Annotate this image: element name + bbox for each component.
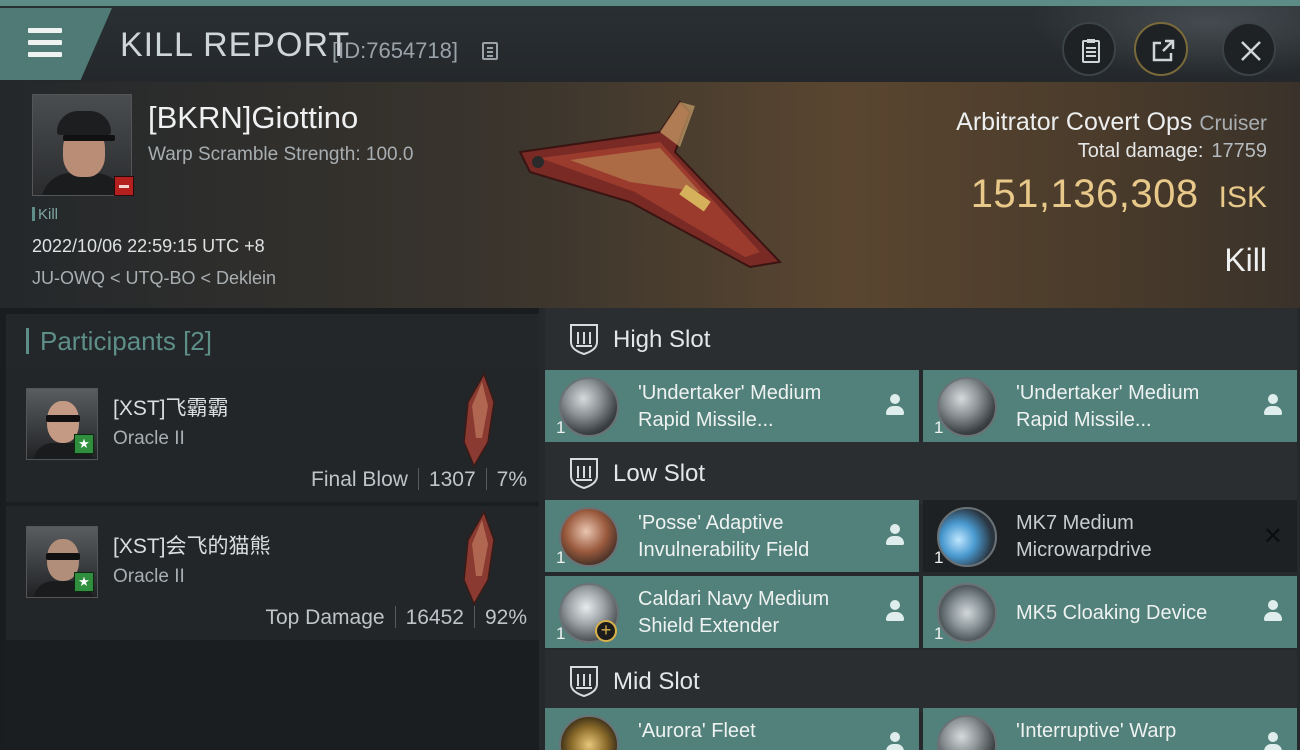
star-icon: ★ xyxy=(74,434,94,454)
module-name: MK7 Medium Microwarpdrive xyxy=(1016,512,1152,561)
close-icon xyxy=(1241,41,1261,61)
module-item[interactable]: 'Interruptive' Warp xyxy=(923,708,1297,750)
isk-unit: ISK xyxy=(1218,181,1267,214)
ship-name: Arbitrator Covert Ops xyxy=(956,108,1193,136)
participant-row[interactable]: ★ [XST]飞霸霸 Oracle II Final Blow 1307 7% xyxy=(6,368,539,502)
copy-icon[interactable] xyxy=(482,42,498,60)
share-icon xyxy=(1152,39,1175,62)
participant-damage: 16452 xyxy=(405,606,464,629)
module-quantity: 1 xyxy=(934,624,944,643)
module-quantity: 1 xyxy=(934,548,944,567)
share-button[interactable] xyxy=(1134,22,1188,76)
module-item[interactable]: 1 'Undertaker' Medium Rapid Missile... xyxy=(923,370,1297,442)
participants-panel: Participants [2] ★ [XST]飞霸霸 Oracle II Fi… xyxy=(6,314,539,750)
module-item[interactable]: 1 MK5 Cloaking Device xyxy=(923,576,1297,648)
participants-title: Participants [2] xyxy=(40,326,212,356)
result-label: Kill xyxy=(1224,242,1267,278)
kill-datetime: 2022/10/06 22:59:15 UTC +8 xyxy=(32,236,265,256)
warp-scramble-strength: Warp Scramble Strength: 100.0 xyxy=(148,144,414,165)
person-icon[interactable] xyxy=(885,732,905,750)
module-quantity: 1 xyxy=(934,418,944,437)
module-quantity: 1 xyxy=(556,418,566,437)
destroyed-x-icon: ✕ xyxy=(1262,523,1283,550)
isk-value-line: 151,136,308 ISK xyxy=(971,172,1267,217)
victim-header: [BKRN]Giottino Warp Scramble Strength: 1… xyxy=(0,82,1300,308)
person-icon[interactable] xyxy=(885,394,905,416)
isk-value: 151,136,308 xyxy=(970,172,1199,216)
fittings-panel: High Slot 1 'Undertaker' Medium Rapid Mi… xyxy=(539,308,1300,750)
clipboard-icon xyxy=(1082,39,1100,63)
module-icon xyxy=(937,715,997,750)
participant-ship: Oracle II xyxy=(113,566,185,587)
victim-ship-icon[interactable] xyxy=(510,92,800,292)
mid-slot-icon xyxy=(570,666,598,698)
module-name: 'Undertaker' Medium Rapid Missile... xyxy=(638,382,822,431)
mid-slot-header: Mid Slot xyxy=(545,650,1297,712)
module-name: 'Posse' Adaptive Invulnerability Field xyxy=(638,512,810,561)
person-icon[interactable] xyxy=(1263,732,1283,750)
module-name: 'Undertaker' Medium Rapid Missile... xyxy=(1016,382,1200,431)
participant-percent: 92% xyxy=(484,606,527,629)
report-id: [ID:7654718] xyxy=(332,38,458,63)
plus-icon: + xyxy=(595,620,617,642)
person-icon[interactable] xyxy=(885,524,905,546)
total-damage-label: Total damage: xyxy=(1077,140,1204,162)
menu-button[interactable] xyxy=(0,8,112,80)
participant-damage: 1307 xyxy=(428,468,476,491)
low-slot-icon xyxy=(570,458,598,490)
participant-stats: Final Blow 1307 7% xyxy=(311,468,527,492)
participants-header[interactable]: Participants [2] xyxy=(6,314,539,368)
module-item[interactable]: 1 'Posse' Adaptive Invulnerability Field xyxy=(545,500,919,572)
title-bar: KILL REPORT [ID:7654718] xyxy=(0,0,1300,88)
module-item-destroyed[interactable]: 1 MK7 Medium Microwarpdrive ✕ xyxy=(923,500,1297,572)
module-item[interactable]: 1 'Undertaker' Medium Rapid Missile... xyxy=(545,370,919,442)
ship-class: Cruiser xyxy=(1199,112,1267,135)
launcher-icon xyxy=(937,377,997,437)
participant-ship: Oracle II xyxy=(113,428,185,449)
participant-percent: 7% xyxy=(496,468,527,491)
star-icon: ★ xyxy=(74,572,94,592)
high-slot-header: High Slot xyxy=(545,308,1297,370)
shield-field-icon xyxy=(559,507,619,567)
victim-name[interactable]: [BKRN]Giottino xyxy=(148,100,358,136)
mid-slot-label: Mid Slot xyxy=(613,668,700,695)
participant-ship-icon[interactable] xyxy=(454,510,498,606)
participant-name: [XST]会飞的猫熊 xyxy=(113,535,271,558)
participant-name: [XST]飞霸霸 xyxy=(113,397,229,420)
module-name: 'Interruptive' Warp xyxy=(1016,720,1177,742)
participant-role: Final Blow xyxy=(311,468,408,491)
module-name: MK5 Cloaking Device xyxy=(1016,602,1208,624)
hostile-badge-icon xyxy=(114,176,134,196)
person-icon[interactable] xyxy=(1263,600,1283,622)
module-item[interactable]: + 1 Caldari Navy Medium Shield Extender xyxy=(545,576,919,648)
microwarpdrive-icon xyxy=(937,507,997,567)
module-name: 'Aurora' Fleet xyxy=(638,720,756,742)
hamburger-icon xyxy=(28,28,62,64)
module-icon xyxy=(559,715,619,750)
participant-stats: Top Damage 16452 92% xyxy=(265,606,527,630)
low-slot-label: Low Slot xyxy=(613,460,706,487)
module-quantity: 1 xyxy=(556,624,566,643)
launcher-icon xyxy=(559,377,619,437)
cloak-icon xyxy=(937,583,997,643)
clipboard-button[interactable] xyxy=(1062,22,1116,76)
participant-ship-icon[interactable] xyxy=(454,372,498,468)
kill-location[interactable]: JU-OWQ < UTQ-BO < Deklein xyxy=(32,268,276,289)
kill-tag: Kill xyxy=(32,206,58,223)
module-name: Caldari Navy Medium Shield Extender xyxy=(638,588,830,637)
ship-type[interactable]: Arbitrator Covert Ops Cruiser xyxy=(956,108,1267,137)
low-slot-header: Low Slot xyxy=(545,442,1297,504)
total-damage-value: 17759 xyxy=(1211,140,1267,162)
participant-role: Top Damage xyxy=(265,606,385,629)
module-quantity: 1 xyxy=(556,548,566,567)
module-item[interactable]: 'Aurora' Fleet xyxy=(545,708,919,750)
person-icon[interactable] xyxy=(885,600,905,622)
high-slot-label: High Slot xyxy=(613,326,711,353)
person-icon[interactable] xyxy=(1263,394,1283,416)
participant-row[interactable]: ★ [XST]会飞的猫熊 Oracle II Top Damage 16452 92… xyxy=(6,506,539,640)
close-button[interactable] xyxy=(1222,22,1276,76)
total-damage: Total damage: 17759 xyxy=(1078,140,1267,163)
page-title: KILL REPORT xyxy=(120,26,351,64)
high-slot-icon xyxy=(570,324,598,356)
